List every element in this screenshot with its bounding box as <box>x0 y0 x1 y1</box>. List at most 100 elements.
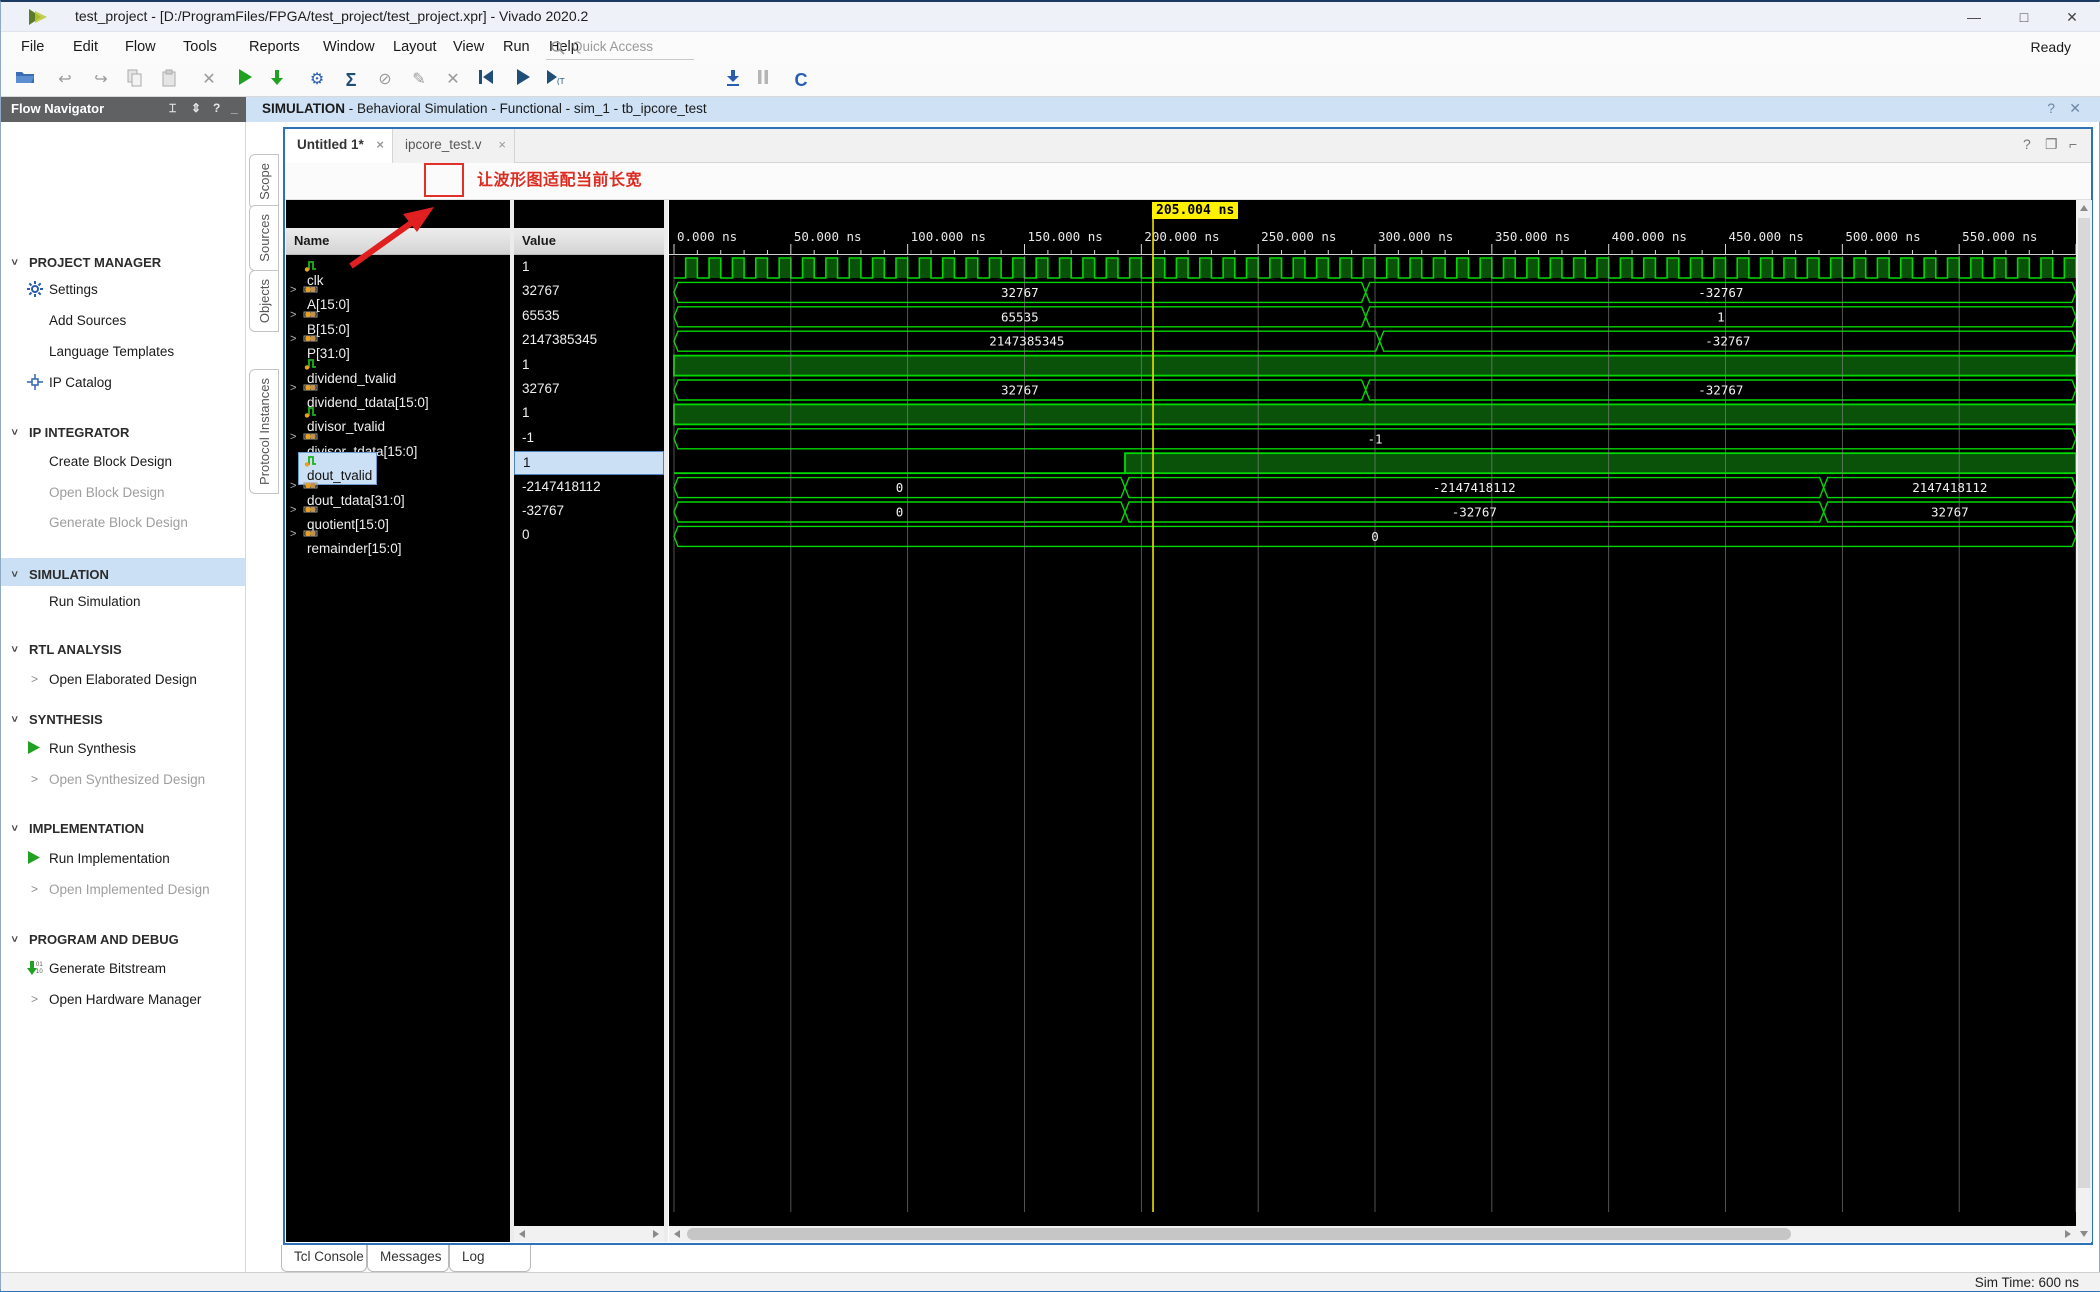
signal-value-divisor_tdata150[interactable]: -1 <box>514 427 664 451</box>
sidebar-item-generate-bitstream[interactable]: 01 10 Generate Bitstream <box>1 956 246 982</box>
signal-value-dividend_tdata150[interactable]: 32767 <box>514 378 664 402</box>
signal-value-remainder150[interactable]: 0 <box>514 524 664 548</box>
waveform-scroll-thumb[interactable] <box>687 1228 1791 1240</box>
sidebar-item-run-simulation[interactable]: Run Simulation <box>1 589 246 615</box>
signal-row-remainder150[interactable]: > remainder[15:0] <box>286 524 510 556</box>
menu-item-file[interactable]: File <box>21 39 44 55</box>
menu-item-tools[interactable]: Tools <box>183 39 217 55</box>
signal-value-quotient150[interactable]: -32767 <box>514 500 664 524</box>
help-icon[interactable]: ? <box>2047 100 2055 116</box>
sidebar-item-open-synthesized-design[interactable]: > Open Synthesized Design <box>1 767 246 793</box>
expand-chevron-icon[interactable]: > <box>290 284 296 296</box>
signal-row-quotient150[interactable]: > quotient[15:0] <box>286 500 510 532</box>
signal-value-b150[interactable]: 65535 <box>514 305 664 329</box>
step-into-icon[interactable] <box>269 69 293 93</box>
side-tab-objects[interactable]: Objects <box>249 270 279 333</box>
minimize-button[interactable]: — <box>1951 5 1997 29</box>
scroll-up-icon[interactable] <box>2080 205 2088 211</box>
signal-row-dividend_tdata150[interactable]: > dividend_tdata[15:0] <box>286 378 510 410</box>
panel-float-icon[interactable]: ❐ <box>2045 136 2058 153</box>
sidebar-item-open-implemented-design[interactable]: > Open Implemented Design <box>1 877 246 903</box>
redo-icon[interactable]: ↪ <box>89 69 113 93</box>
signal-value-dout_tdata310[interactable]: -2147418112 <box>514 476 664 500</box>
close-icon[interactable]: ✕ <box>2069 100 2081 117</box>
waveform-canvas[interactable]: 0.000 ns 50.000 ns 100.000 ns 150.000 ns 200… <box>669 200 2076 1242</box>
scroll-right-icon[interactable] <box>653 1230 659 1238</box>
chevron-right-icon[interactable]: > <box>31 882 38 896</box>
menu-item-flow[interactable]: Flow <box>125 39 156 55</box>
sidebar-section-synthesis[interactable]: > SYNTHESIS <box>1 706 246 732</box>
expand-chevron-icon[interactable]: > <box>290 309 296 321</box>
copy-icon[interactable] <box>127 69 151 93</box>
signal-row-divisor_tdata150[interactable]: > divisor_tdata[15:0] <box>286 427 510 459</box>
signal-value-a150[interactable]: 32767 <box>514 280 664 304</box>
signal-value-clk[interactable]: 1 <box>514 256 664 280</box>
run-for-time-icon[interactable]: (T) <box>545 69 569 93</box>
signal-value-divisor_tvalid[interactable]: 1 <box>514 402 664 426</box>
bottom-tab-log[interactable]: Log <box>449 1245 531 1272</box>
sidebar-section-simulation[interactable]: > SIMULATION <box>1 561 246 587</box>
bottom-tab-tcl-console[interactable]: Tcl Console <box>281 1245 367 1272</box>
scroll-right-icon[interactable] <box>2065 1230 2071 1238</box>
signal-value-dividend_tvalid[interactable]: 1 <box>514 354 664 378</box>
scroll-down-icon[interactable] <box>2080 1231 2088 1237</box>
menu-item-window[interactable]: Window <box>323 39 375 55</box>
signal-row-p310[interactable]: > P[31:0] <box>286 329 510 361</box>
chevron-right-icon[interactable]: > <box>31 672 38 686</box>
sidebar-item-generate-block-design[interactable]: Generate Block Design <box>1 510 246 536</box>
relaunch-icon[interactable]: C <box>789 69 813 93</box>
menu-item-edit[interactable]: Edit <box>73 39 98 55</box>
cursor-time-label[interactable]: 205.004 ns <box>1152 202 1239 219</box>
sidebar-item-add-sources[interactable]: Add Sources <box>1 308 246 334</box>
restart-sim-icon[interactable] <box>477 69 501 93</box>
collapse-all-icon[interactable]: ⌶ <box>169 101 176 116</box>
signal-value-dout_tvalid[interactable]: 1 <box>514 451 664 476</box>
side-tab-scope[interactable]: Scope <box>249 154 279 209</box>
open-project-icon[interactable] <box>15 69 39 93</box>
quick-access-search[interactable]: Quick Access <box>546 36 694 60</box>
wave-tab-ipcore-test[interactable]: ipcore_test.v × <box>393 129 515 163</box>
sidebar-item-open-block-design[interactable]: Open Block Design <box>1 480 246 506</box>
side-tab-protocol-instances[interactable]: Protocol Instances <box>249 369 279 494</box>
signal-row-dividend_tvalid[interactable]: dividend_tvalid <box>286 354 510 386</box>
menu-item-view[interactable]: View <box>453 39 484 55</box>
panel-help-icon[interactable]: ? <box>2023 136 2031 152</box>
scroll-left-icon[interactable] <box>519 1230 525 1238</box>
run-all-icon[interactable] <box>511 69 535 93</box>
side-tab-sources[interactable]: Sources <box>249 205 279 271</box>
bottom-tab-messages[interactable]: Messages <box>367 1245 449 1272</box>
settings-gear-icon[interactable]: ⚙ <box>305 69 329 93</box>
sidebar-section-rtl-analysis[interactable]: > RTL ANALYSIS <box>1 636 246 662</box>
chevron-right-icon[interactable]: > <box>31 992 38 1006</box>
signal-row-divisor_tvalid[interactable]: divisor_tvalid <box>286 402 510 434</box>
expand-chevron-icon[interactable]: > <box>290 480 296 492</box>
sidebar-section-ip-integrator[interactable]: > IP INTEGRATOR <box>1 419 246 445</box>
waveform-svg[interactable]: 0.000 ns 50.000 ns 100.000 ns 150.000 ns 200… <box>669 200 2076 1242</box>
run-simulation-icon[interactable] <box>233 69 257 93</box>
sidebar-item-run-implementation[interactable]: Run Implementation <box>1 846 246 872</box>
close-icon[interactable]: × <box>376 137 384 152</box>
sidebar-section-program-and-debug[interactable]: > PROGRAM AND DEBUG <box>1 926 246 952</box>
expand-collapse-icon[interactable]: ⇕ <box>191 101 201 115</box>
step-to-next-icon[interactable] <box>725 69 749 93</box>
wave-tab-untitled[interactable]: Untitled 1* × <box>285 129 393 163</box>
undo-icon[interactable]: ↩ <box>53 69 77 93</box>
close-button[interactable]: ✕ <box>2049 5 2095 29</box>
panel-maximize-icon[interactable]: ⌐ <box>2069 136 2077 152</box>
menu-item-run[interactable]: Run <box>503 39 530 55</box>
vertical-scroll-thumb[interactable] <box>2078 218 2090 1188</box>
signal-row-b150[interactable]: > B[15:0] <box>286 305 510 337</box>
signal-row-a150[interactable]: > A[15:0] <box>286 280 510 312</box>
sidebar-section-implementation[interactable]: > IMPLEMENTATION <box>1 815 246 841</box>
sidebar-item-ip-catalog[interactable]: IP Catalog <box>1 370 246 396</box>
sidebar-item-create-block-design[interactable]: Create Block Design <box>1 449 246 475</box>
chevron-right-icon[interactable]: > <box>31 772 38 786</box>
menu-item-reports[interactable]: Reports <box>249 39 300 55</box>
sidebar-item-language-templates[interactable]: Language Templates <box>1 339 246 365</box>
sidebar-item-settings[interactable]: Settings <box>1 277 246 303</box>
help-icon[interactable]: ? <box>213 101 220 115</box>
sidebar-item-open-hardware-manager[interactable]: > Open Hardware Manager <box>1 987 246 1013</box>
expand-chevron-icon[interactable]: > <box>290 431 296 443</box>
signal-value-p310[interactable]: 2147385345 <box>514 329 664 353</box>
scroll-left-icon[interactable] <box>674 1230 680 1238</box>
